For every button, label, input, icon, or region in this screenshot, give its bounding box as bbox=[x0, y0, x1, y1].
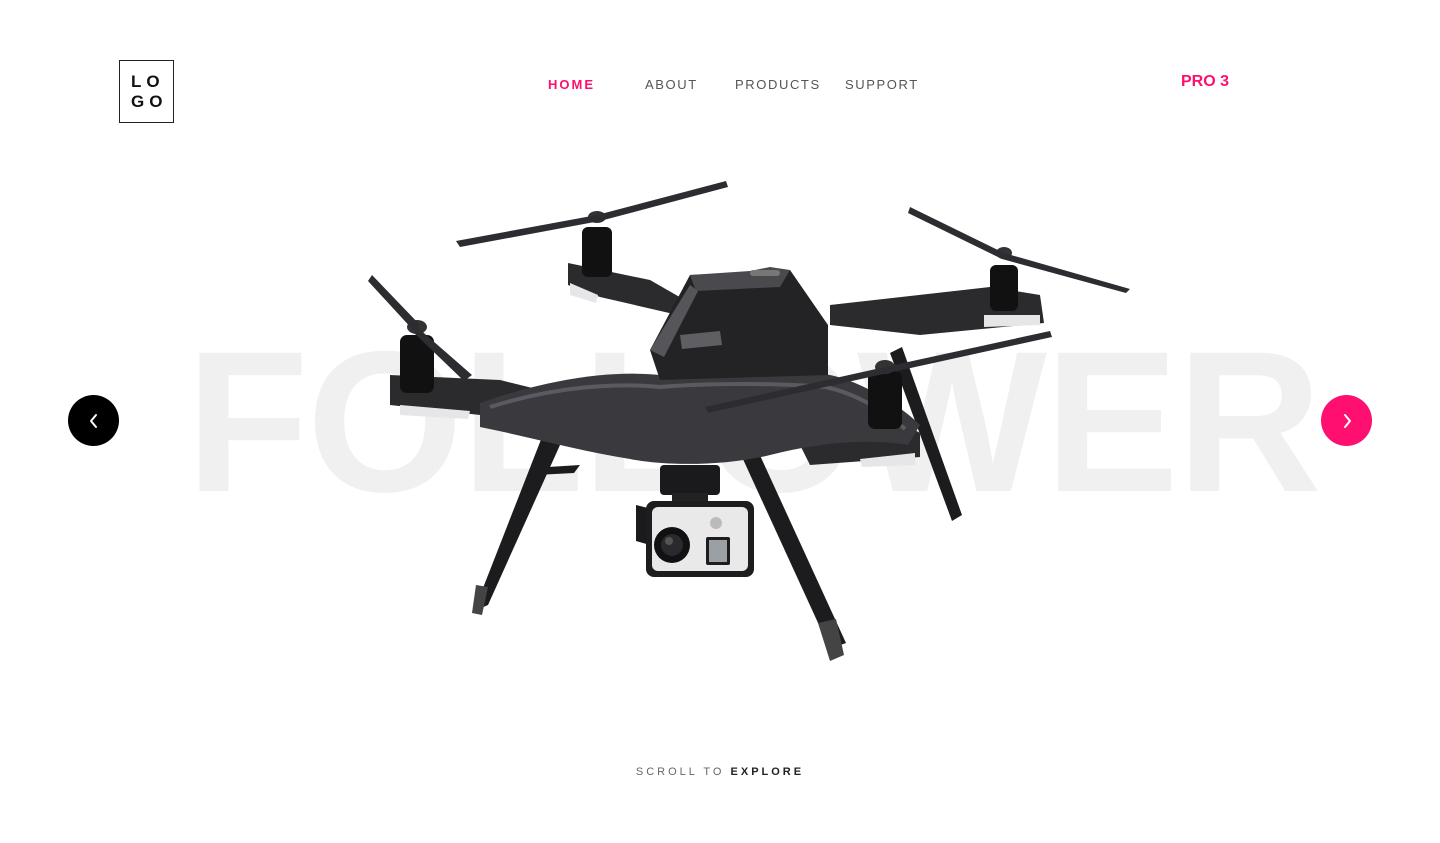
nav-item-about[interactable]: ABOUT bbox=[645, 77, 698, 92]
chevron-right-icon bbox=[1343, 413, 1351, 428]
nav-item-products[interactable]: PRODUCTS bbox=[735, 77, 821, 92]
landing-page: LO GO HOME ABOUT PRODUCTS SUPPORT PRO 3 … bbox=[0, 0, 1440, 843]
nav-item-home[interactable]: HOME bbox=[548, 77, 595, 92]
chevron-left-icon bbox=[89, 413, 97, 428]
previous-slide-button[interactable] bbox=[68, 395, 119, 446]
scroll-hint-prefix: SCROLL TO bbox=[635, 766, 725, 778]
logo-line-2: GO bbox=[131, 91, 168, 111]
next-slide-button[interactable] bbox=[1321, 395, 1372, 446]
drone-image bbox=[368, 181, 1130, 661]
scroll-hint[interactable]: SCROLL TO EXPLORE bbox=[0, 766, 1440, 778]
product-model-link[interactable]: PRO 3 bbox=[1181, 73, 1229, 91]
nav-item-support[interactable]: SUPPORT bbox=[845, 77, 919, 92]
scroll-hint-emphasis: EXPLORE bbox=[730, 766, 805, 778]
